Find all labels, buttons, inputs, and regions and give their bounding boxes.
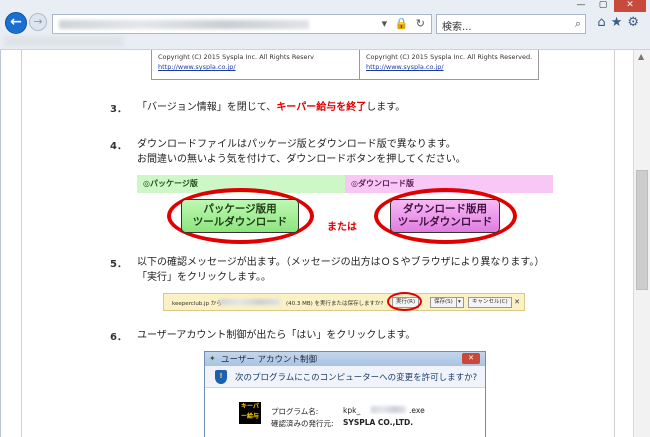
- uac-question-band: ! 次のプログラムにこのコンピューターへの変更を許可しますか?: [205, 366, 485, 388]
- search-input[interactable]: 検索... ⌕: [436, 14, 586, 34]
- notification-size: (40.3 MB) を実行または保存しますか?: [286, 301, 384, 307]
- maximize-button[interactable]: ▢: [592, 0, 614, 12]
- cancel-button[interactable]: キャンセル(C): [468, 297, 512, 308]
- program-prefix: kpk_: [343, 406, 361, 415]
- or-text: または: [327, 222, 357, 233]
- download-table: ◎パッケージ版 ◎ダウンロード版: [137, 175, 553, 193]
- window-controls: — ▢ ✕: [570, 0, 646, 12]
- step-number: 4．: [110, 141, 127, 152]
- download-tool-download-button[interactable]: ダウンロード版用 ツールダウンロード: [390, 199, 500, 233]
- search-icon[interactable]: ⌕: [575, 17, 581, 31]
- button-label: ツールダウンロード: [397, 216, 493, 228]
- step-3-text: 「バージョン情報」を閉じて、キーパー給与を終了します。: [137, 100, 405, 115]
- address-bar-icons[interactable]: ▾ 🔒 ↻: [382, 17, 427, 30]
- button-label: パッケージ版用: [203, 203, 277, 215]
- step-5-text: 以下の確認メッセージが出ます。（メッセージの出方はＯＳやブラウザにより異なります…: [137, 255, 544, 285]
- copyright-text: Copyright (C) 2015 Syspla Inc. All Right…: [366, 53, 532, 61]
- program-name-label: プログラム名:: [271, 407, 319, 416]
- step-text: ダウンロードファイルはパッケージ版とダウンロード版で異なります。: [137, 139, 456, 150]
- close-window-button[interactable]: ✕: [614, 0, 646, 12]
- uac-shield-icon: !: [215, 370, 227, 384]
- shield-icon: ✦: [209, 354, 216, 363]
- syspla-link[interactable]: http://www.syspla.co.jp/: [366, 63, 444, 71]
- blurred-tab[interactable]: [4, 36, 124, 47]
- gear-icon[interactable]: ⚙: [627, 15, 644, 30]
- uac-title: ユーザー アカウント制御: [221, 355, 318, 365]
- keeper-logo-icon: キーパー給与: [239, 402, 261, 424]
- step-text: お間違いの無いよう気を付けて、ダウンロードボタンを押してください。: [137, 154, 466, 165]
- toolbar-icons: ⌂★⚙: [597, 15, 644, 30]
- forward-button[interactable]: →: [29, 13, 47, 31]
- address-bar[interactable]: ▾ 🔒 ↻: [52, 14, 432, 34]
- scroll-up-icon[interactable]: ▲: [638, 52, 644, 61]
- program-suffix: .exe: [409, 406, 425, 415]
- publisher-label: 確認済みの発行元:: [271, 419, 334, 428]
- exit-keeper-highlight: キーパー給与を終了: [276, 102, 367, 113]
- step-number: 3．: [110, 104, 127, 115]
- copyright-text: Copyright (C) 2015 Syspla Inc. All Right…: [158, 53, 315, 61]
- step-text: します。: [366, 102, 406, 113]
- step-4-text: ダウンロードファイルはパッケージ版とダウンロード版で異なります。 お間違いの無い…: [137, 137, 466, 167]
- page-content: Copyright (C) 2015 Syspla Inc. All Right…: [0, 50, 633, 437]
- syspla-link[interactable]: http://www.syspla.co.jp/: [158, 63, 236, 71]
- page-border-left: [21, 50, 22, 437]
- package-tool-download-button[interactable]: パッケージ版用 ツールダウンロード: [181, 199, 299, 233]
- uac-dialog: ✦ ユーザー アカウント制御 ✕ ! 次のプログラムにこのコンピューターへの変更…: [204, 351, 486, 437]
- step-text: 以下の確認メッセージが出ます。（メッセージの出方はＯＳやブラウザにより異なります…: [137, 257, 545, 268]
- save-dropdown-arrow-icon[interactable]: ▾: [456, 297, 464, 308]
- logo-text: キーパー給与: [240, 403, 259, 420]
- step-number: 5．: [110, 259, 127, 270]
- highlight-oval: [387, 292, 422, 311]
- uac-title-bar: ✦ ユーザー アカウント制御 ✕: [205, 352, 485, 366]
- copyright-screenshot-left: Copyright (C) 2015 Syspla Inc. All Right…: [151, 50, 361, 80]
- uac-close-button[interactable]: ✕: [462, 353, 480, 364]
- vertical-scrollbar[interactable]: ▲: [633, 50, 650, 437]
- publisher-value: SYSPLA CO.,LTD.: [343, 418, 414, 427]
- scroll-thumb[interactable]: [636, 170, 648, 290]
- button-label: ツールダウンロード: [192, 216, 288, 228]
- step-number: 6．: [110, 332, 127, 343]
- browser-chrome: — ▢ ✕ ← → ▾ 🔒 ↻ 検索... ⌕ ⌂★⚙: [0, 0, 650, 50]
- blurred-program-name: [371, 406, 406, 413]
- home-icon[interactable]: ⌂: [597, 15, 610, 30]
- search-placeholder: 検索...: [442, 22, 472, 33]
- blurred-url: [59, 20, 309, 29]
- step-6-text: ユーザーアカウント制御が出たら「はい」をクリックします。: [137, 330, 416, 341]
- back-button[interactable]: ←: [5, 12, 27, 34]
- save-button[interactable]: 保存(S): [430, 297, 457, 308]
- uac-question: 次のプログラムにこのコンピューターへの変更を許可しますか?: [235, 373, 478, 383]
- step-text: 「バージョン情報」を閉じて、: [137, 102, 277, 113]
- step-text: 「実行」をクリックします。。: [137, 272, 271, 283]
- page-border-right: [614, 50, 615, 437]
- ie-download-notification: keeperclub.jp から (40.3 MB) を実行または保存しますか?…: [163, 293, 525, 311]
- notification-site: keeperclub.jp から: [172, 301, 222, 307]
- close-icon[interactable]: ✕: [514, 298, 520, 306]
- copyright-screenshot-right: Copyright (C) 2015 Syspla Inc. All Right…: [359, 50, 539, 80]
- minimize-button[interactable]: —: [570, 0, 592, 12]
- button-label: ダウンロード版用: [403, 203, 487, 215]
- blurred-filename: [220, 299, 280, 305]
- favorites-star-icon[interactable]: ★: [611, 15, 628, 30]
